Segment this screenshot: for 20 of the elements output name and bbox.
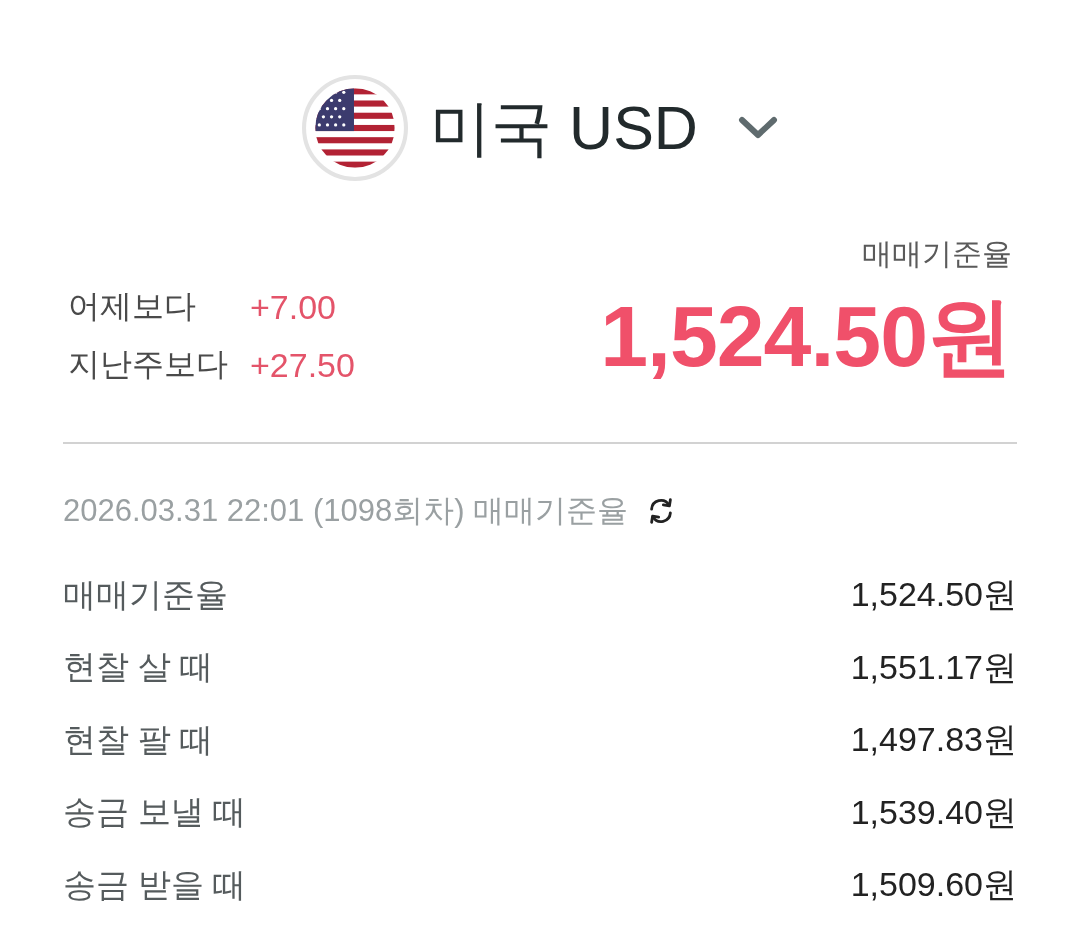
currency-title[interactable]: 미국 USD — [430, 97, 698, 159]
rate-type-label: 송금 받을 때 — [63, 864, 247, 905]
rate-type-label: 현찰 팔 때 — [63, 719, 214, 760]
change-label: 지난주보다 — [68, 345, 229, 384]
base-rate-value: 1,524.50원 — [600, 293, 1013, 379]
us-flag-icon — [302, 75, 409, 181]
rate-value: 1,539.40원 — [850, 791, 1017, 833]
change-value: +27.50 — [250, 345, 355, 385]
rate-type-label: 매매기준율 — [63, 574, 228, 615]
rate-value: 1,509.60원 — [850, 864, 1017, 906]
base-rate-label: 매매기준율 — [862, 236, 1012, 272]
rate-value: 1,497.83원 — [850, 719, 1017, 761]
change-value: +7.00 — [250, 287, 337, 327]
rate-type-label: 송금 보낼 때 — [63, 792, 247, 833]
timestamp-text: 2026.03.31 22:01 (1098회차) 매매기준율 — [63, 492, 629, 530]
rate-value: 1,551.17원 — [850, 646, 1017, 688]
rate-type-label: 현찰 살 때 — [63, 647, 214, 688]
rate-value: 1,524.50원 — [850, 574, 1017, 616]
chevron-down-icon[interactable] — [737, 116, 778, 140]
change-label: 어제보다 — [68, 287, 197, 326]
